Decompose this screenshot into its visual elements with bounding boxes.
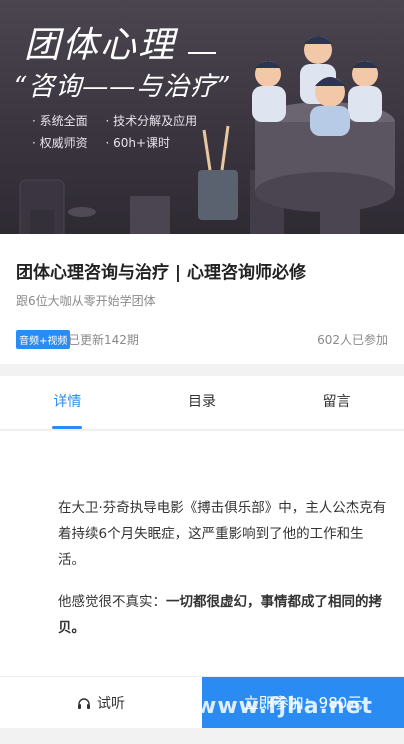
media-type-badge: 音频+视频 [16,330,71,349]
tab-comments[interactable]: 留言 [269,376,404,429]
banner-subtitle: “咨询——与治疗” [14,72,232,102]
headphones-icon [78,697,90,709]
details-paragraph: 他感觉很不真实：一切都很虚幻，事情都成了相同的拷贝。 [58,589,388,641]
participant-count: 602人已参加 [317,333,388,347]
banner-bullet: · 技术分解及应用 [105,114,198,128]
course-info: 团体心理咨询与治疗 | 心理咨询师必修 跟6位大咖从零开始学团体 音频+视频 已… [0,234,404,364]
details-paragraph: 在大卫·芬奇执导电影《搏击俱乐部》中，主人公杰克有着持续6个月失眠症，这严重影响… [58,500,387,568]
trial-button[interactable]: 试听 [0,677,202,728]
banner-title-rule [188,52,216,54]
banner-bullet: · 系统全面 [32,114,88,128]
banner-title: 团体心理 [24,25,177,66]
tab-details[interactable]: 详情 [0,376,135,429]
trial-label: 试听 [97,695,125,712]
paragraph-text: 他感觉很不真实： [58,594,166,610]
banner-bullet: · 60h+课时 [105,136,171,150]
watermark: www.fjha.net [196,694,373,719]
tab-bar: 详情 目录 留言 [0,376,404,430]
banner-bullet: · 权威师资 [32,136,88,150]
update-count: 已更新142期 [68,333,139,347]
banner-bullets: · 系统全面 · 技术分解及应用 · 权威师资 · 60h+课时 [32,110,211,154]
tab-catalog[interactable]: 目录 [135,376,270,429]
course-banner: 团体心理 “咨询——与治疗” · 系统全面 · 技术分解及应用 · 权威师资 ·… [0,0,404,234]
course-subtitle: 跟6位大咖从零开始学团体 [16,294,156,308]
course-title: 团体心理咨询与治疗 | 心理咨询师必修 [16,263,307,283]
details-content: 在大卫·芬奇执导电影《搏击俱乐部》中，主人公杰克有着持续6个月失眠症，这严重影响… [0,431,404,681]
